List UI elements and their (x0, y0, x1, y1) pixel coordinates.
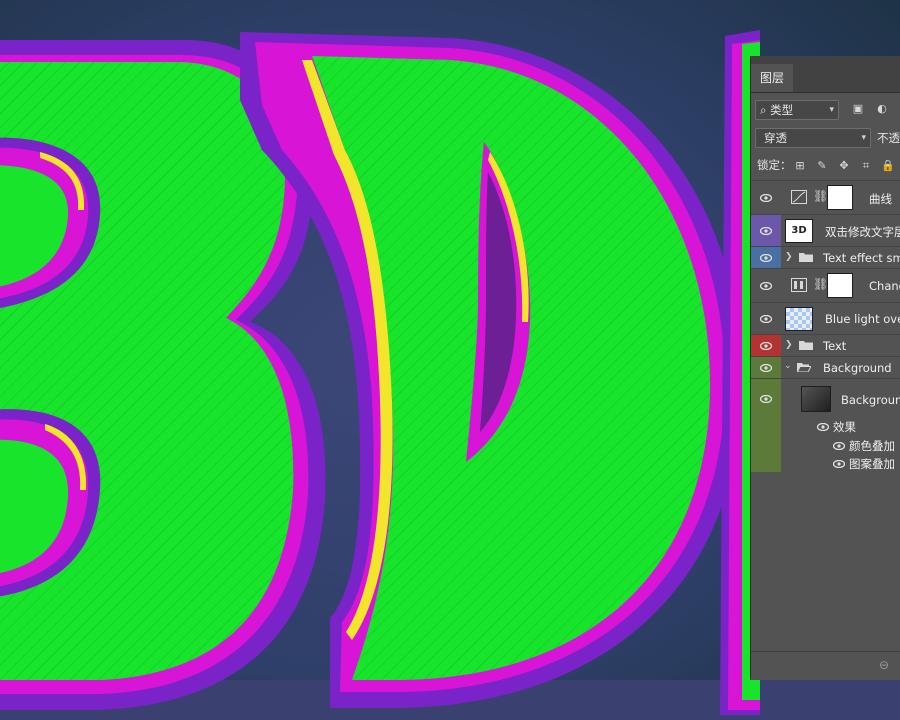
chevron-right-icon[interactable]: ❯ (785, 340, 793, 350)
layer-name: Background (823, 361, 892, 375)
eye-icon[interactable] (760, 315, 772, 323)
eye-icon[interactable] (760, 254, 772, 262)
eye-icon[interactable] (760, 227, 772, 235)
blend-mode-select[interactable]: 穿透 ▾ (755, 128, 871, 148)
chevron-down-icon: ▾ (829, 105, 834, 115)
dark-layer-thumb (801, 386, 831, 412)
layer-eye-cell[interactable] (751, 303, 781, 334)
layer-row[interactable]: ⛓ 曲线 (751, 180, 900, 214)
blend-mode-label: 穿透 (764, 131, 787, 145)
tab-layers[interactable]: 图层 (751, 64, 793, 92)
opacity-label: 不透 (877, 131, 900, 145)
link-layers-icon[interactable]: ⊖ (879, 658, 889, 672)
link-icon: ⛓ (813, 189, 829, 203)
layer-row[interactable]: ⛓ Change (751, 268, 900, 302)
layer-name: Text effect smart (823, 251, 900, 265)
layer-mask-thumb (827, 185, 853, 210)
panel-tab-bar: 图层 (751, 56, 900, 93)
search-icon: ⌕ (760, 103, 767, 117)
layer-row[interactable]: ⌄ Background (751, 356, 900, 378)
eye-icon[interactable] (760, 395, 772, 403)
levels-icon (791, 278, 807, 292)
lock-transparency-icon[interactable]: ⊞ (793, 159, 807, 173)
adjustment-filter-icon[interactable]: ◐ (875, 102, 889, 116)
eye-icon[interactable] (760, 342, 772, 350)
layer-row[interactable]: Blue light overa (751, 302, 900, 334)
layer-name: Change (869, 279, 900, 293)
link-icon: ⛓ (813, 277, 829, 291)
lock-icon[interactable]: 🔒 (881, 159, 895, 173)
layer-row[interactable]: 3D 双击修改文字层 (751, 214, 900, 246)
lock-label: 锁定： (757, 158, 792, 172)
eye-icon[interactable] (817, 423, 829, 431)
layer-name: 曲线 (869, 192, 892, 206)
eye-icon[interactable] (833, 460, 845, 468)
layer-eye-cell[interactable] (751, 357, 781, 378)
chevron-right-icon[interactable]: ❯ (785, 252, 793, 262)
open-folder-icon (797, 363, 811, 372)
panel-bottom-bar: ⊖ (751, 651, 900, 680)
layer-mask-thumb (827, 273, 853, 298)
layer-name: 双击修改文字层 (825, 225, 900, 239)
eye-icon[interactable] (760, 194, 772, 202)
layer-eye-cell[interactable] (751, 379, 781, 472)
layer-row[interactable]: ❯ Text (751, 334, 900, 356)
blend-row: 穿透 ▾ 不透 (755, 128, 900, 150)
eye-icon[interactable] (760, 364, 772, 372)
chevron-down-icon[interactable]: ⌄ (784, 361, 792, 371)
folder-icon (799, 341, 813, 350)
layer-name: Background (841, 393, 900, 407)
layer-eye-cell[interactable] (751, 215, 781, 246)
layer-eye-cell[interactable] (751, 181, 781, 214)
layer-name: Blue light overa (825, 312, 900, 326)
effect-item[interactable]: 颜色叠加 (849, 438, 895, 454)
layer-eye-cell[interactable] (751, 269, 781, 302)
eye-icon[interactable] (760, 282, 772, 290)
filter-row: ⌕ 类型 ▾ ▣ ◐ (755, 100, 900, 122)
layer-row[interactable]: Background 效果 颜色叠加 图案叠加 (751, 378, 900, 472)
folder-icon (799, 253, 813, 262)
filter-kind-label: 类型 (770, 103, 794, 117)
layer-row[interactable]: ❯ Text effect smart (751, 246, 900, 268)
brush-icon[interactable]: ✎ (815, 159, 829, 173)
layer-name: Text (823, 339, 847, 353)
move-icon[interactable]: ✥ (837, 159, 851, 173)
layer-eye-cell[interactable] (751, 335, 781, 356)
transparent-layer-thumb (785, 307, 813, 331)
filter-kind-select[interactable]: ⌕ 类型 ▾ (755, 100, 839, 120)
effects-header: 效果 (833, 420, 856, 434)
layers-panel: 图层 ⌕ 类型 ▾ ▣ ◐ 穿透 ▾ 不透 锁定： ⊞ ✎ ✥ ⌗ 🔒 ⛓ 曲线… (750, 56, 900, 680)
image-filter-icon[interactable]: ▣ (851, 102, 865, 116)
curves-icon (791, 190, 807, 204)
layer-eye-cell[interactable] (751, 247, 781, 268)
artboard-icon[interactable]: ⌗ (859, 159, 873, 173)
smart-object-thumb: 3D (785, 219, 813, 243)
chevron-down-icon: ▾ (861, 133, 866, 143)
lock-row: 锁定： ⊞ ✎ ✥ ⌗ 🔒 (757, 156, 900, 176)
eye-icon[interactable] (833, 442, 845, 450)
effect-item[interactable]: 图案叠加 (849, 456, 895, 472)
